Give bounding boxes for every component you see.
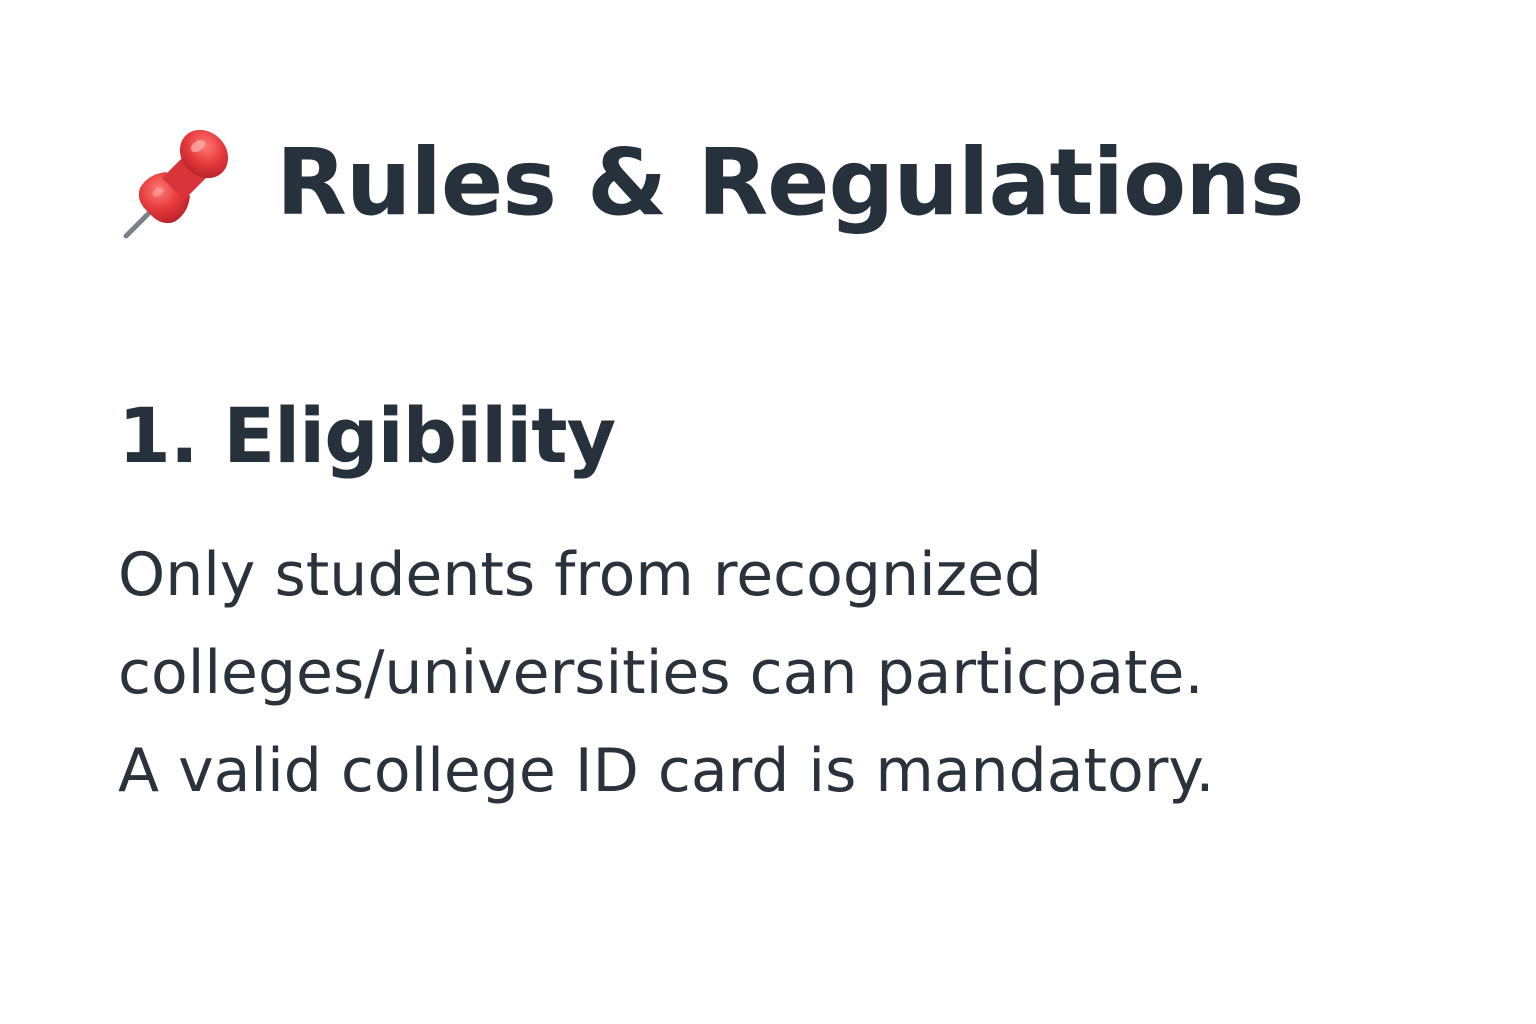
- rules-page: Rules & Regulations 1. Eligibility Only …: [0, 0, 1536, 1024]
- section-heading-eligibility: 1. Eligibility: [118, 391, 616, 480]
- title-row: Rules & Regulations: [118, 118, 1304, 248]
- body-line: Only students from recognized: [118, 540, 1043, 610]
- body-line: colleges/universities can particpate.: [118, 638, 1204, 708]
- pushpin-icon: [123, 129, 229, 239]
- page-title: Rules & Regulations: [276, 129, 1304, 236]
- body-line: A valid college ID card is mandatory.: [118, 736, 1215, 806]
- section-body-eligibility: Only students from recognized colleges/u…: [118, 526, 1214, 820]
